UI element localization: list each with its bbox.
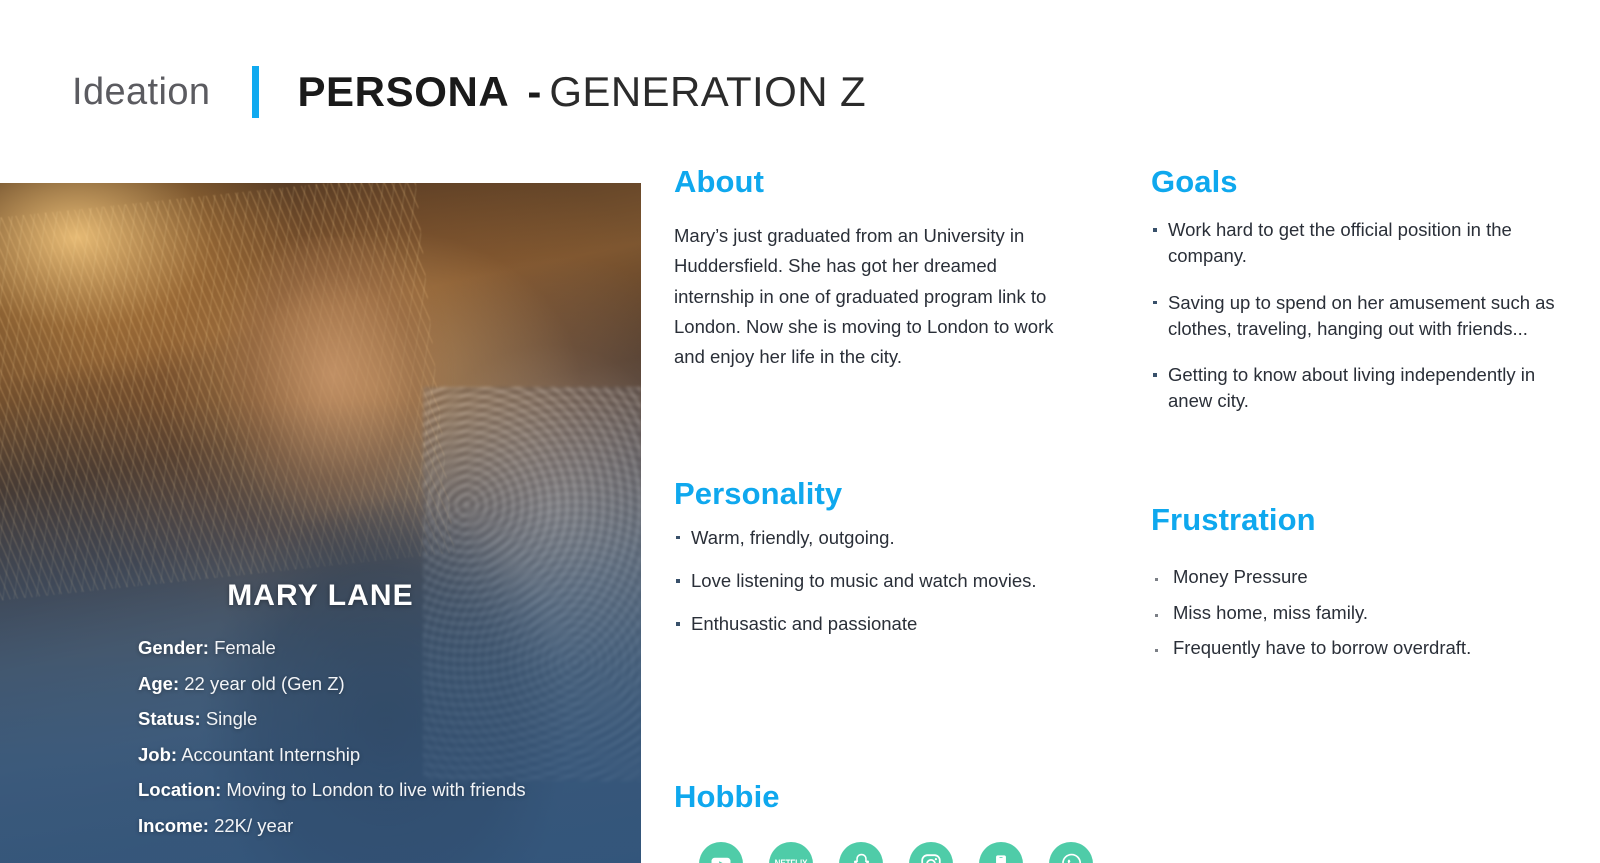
table-row: Location: Moving to London to live with … xyxy=(138,779,641,800)
right-column: Goals Work hard to get the official posi… xyxy=(1151,164,1561,670)
list-item: Warm, friendly, outgoing. xyxy=(674,525,1074,551)
table-row: Job: Accountant Internship xyxy=(138,743,641,765)
hobbie-icon-row: NETFLIX xyxy=(674,841,1093,863)
list-item: Frequently have to borrow overdraft. xyxy=(1151,634,1561,662)
goals-list: Work hard to get the official position i… xyxy=(1151,217,1561,415)
list-item: Getting to know about living independent… xyxy=(1151,362,1561,415)
fact-label: Location: xyxy=(138,779,222,800)
hobbie-heading: Hobbie xyxy=(674,778,780,814)
list-item: Work hard to get the official position i… xyxy=(1151,217,1561,270)
about-text: Mary’s just graduated from an University… xyxy=(674,225,1054,368)
personality-heading: Personality xyxy=(674,475,843,511)
fact-label: Job: xyxy=(138,743,178,765)
list-item: Miss home, miss family. xyxy=(1151,599,1561,627)
hobbie-section: Hobbie NETFLIX xyxy=(674,778,1093,863)
middle-column: About Mary’s just graduated from an Univ… xyxy=(674,164,1093,863)
table-row: Gender: Female xyxy=(138,637,641,658)
frustration-section: Frustration Money Pressure Miss home, mi… xyxy=(1151,501,1561,662)
persona-fact-list: Gender: Female Age: 22 year old (Gen Z) … xyxy=(0,637,641,836)
fact-value: Accountant Internship xyxy=(181,743,361,765)
frustration-heading: Frustration xyxy=(1151,501,1316,537)
fact-value: 22 year old (Gen Z) xyxy=(184,672,345,694)
table-row: Status: Single xyxy=(138,708,641,729)
slide-header: Ideation PERSONA - GENERATION Z xyxy=(0,0,1600,183)
snapchat-icon[interactable] xyxy=(839,841,883,863)
instagram-icon[interactable] xyxy=(909,841,953,863)
goals-heading: Goals xyxy=(1151,164,1238,199)
persona-photo-panel: MARY LANE Gender: Female Age: 22 year ol… xyxy=(0,183,641,863)
list-item: Love listening to music and watch movies… xyxy=(674,568,1074,594)
persona-name: MARY LANE xyxy=(227,579,414,612)
netflix-wordmark: NETFLIX xyxy=(775,858,808,863)
fact-label: Gender: xyxy=(138,637,209,658)
persona-info-block: MARY LANE Gender: Female Age: 22 year ol… xyxy=(0,579,641,863)
fact-value: Single xyxy=(205,708,258,729)
fact-label: Age: xyxy=(138,672,180,694)
table-row: Age: 22 year old (Gen Z) xyxy=(138,672,641,694)
page-title-dash: - xyxy=(527,67,542,115)
personality-section: Personality Warm, friendly, outgoing. Lo… xyxy=(674,475,1074,638)
fact-value: 22K/ year xyxy=(214,814,294,836)
page-title-strong: PERSONA xyxy=(297,67,510,115)
goals-section: Goals Work hard to get the official posi… xyxy=(1151,164,1561,415)
smartphone-icon[interactable] xyxy=(979,841,1023,863)
table-row: Income: 22K/ year xyxy=(138,814,641,836)
youtube-icon[interactable] xyxy=(699,841,743,863)
netflix-icon[interactable]: NETFLIX xyxy=(769,841,813,863)
about-section: About Mary’s just graduated from an Univ… xyxy=(674,164,1074,373)
whatsapp-icon[interactable] xyxy=(1049,841,1093,863)
page-title: PERSONA - GENERATION Z xyxy=(297,68,866,116)
frustration-list: Money Pressure Miss home, miss family. F… xyxy=(1151,563,1561,662)
fact-label: Income: xyxy=(138,814,209,836)
fact-value: Female xyxy=(214,637,276,658)
page-title-light: GENERATION Z xyxy=(549,67,867,115)
list-item: Money Pressure xyxy=(1151,563,1561,591)
persona-slide: Ideation PERSONA - GENERATION Z MARY LAN… xyxy=(0,0,1600,863)
fact-label: Status: xyxy=(138,708,201,729)
list-item: Enthusastic and passionate xyxy=(674,611,1074,637)
header-accent-bar xyxy=(252,65,260,118)
fact-value: Moving to London to live with friends xyxy=(226,779,526,800)
header-kicker: Ideation xyxy=(72,70,211,113)
personality-list: Warm, friendly, outgoing. Love listening… xyxy=(674,525,1074,638)
list-item: Saving up to spend on her amusement such… xyxy=(1151,290,1561,343)
about-heading: About xyxy=(674,164,765,199)
